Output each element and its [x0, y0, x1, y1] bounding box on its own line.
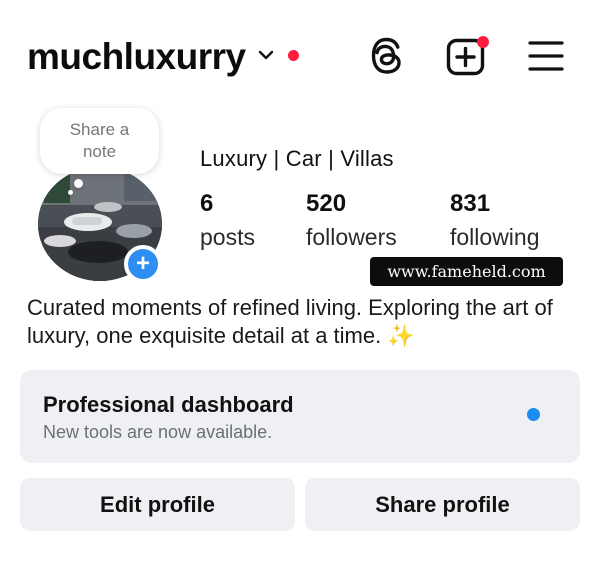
share-note-label: Share a note: [69, 120, 130, 161]
followers-count[interactable]: 520: [306, 190, 346, 218]
dashboard-new-dot: [527, 408, 540, 421]
create-notification-dot: [477, 36, 489, 48]
dashboard-title: Professional dashboard: [43, 392, 294, 417]
share-note-bubble[interactable]: Share a note: [40, 108, 159, 174]
followers-label[interactable]: followers: [306, 224, 397, 251]
threads-icon[interactable]: [368, 37, 404, 75]
edit-profile-button[interactable]: Edit profile: [20, 478, 295, 531]
following-label[interactable]: following: [450, 224, 540, 251]
note-bubble-tail-small: [68, 190, 73, 195]
account-notification-dot: [288, 50, 299, 61]
profile-bio: Curated moments of refined living. Explo…: [27, 295, 553, 348]
watermark: www.fameheld.com: [370, 257, 563, 286]
account-username[interactable]: muchluxurry: [27, 36, 246, 78]
hamburger-menu-icon[interactable]: [528, 39, 564, 73]
posts-label[interactable]: posts: [200, 224, 255, 251]
dashboard-subtitle: New tools are now available.: [43, 422, 273, 442]
note-bubble-tail: [74, 179, 83, 188]
add-story-button[interactable]: +: [124, 245, 162, 283]
chevron-down-icon[interactable]: [257, 47, 275, 63]
professional-dashboard-card[interactable]: Professional dashboard New tools are now…: [20, 370, 580, 463]
profile-category-name: Luxury | Car | Villas: [200, 146, 394, 171]
posts-count[interactable]: 6: [200, 190, 213, 218]
share-profile-button[interactable]: Share profile: [305, 478, 580, 531]
following-count[interactable]: 831: [450, 190, 490, 218]
